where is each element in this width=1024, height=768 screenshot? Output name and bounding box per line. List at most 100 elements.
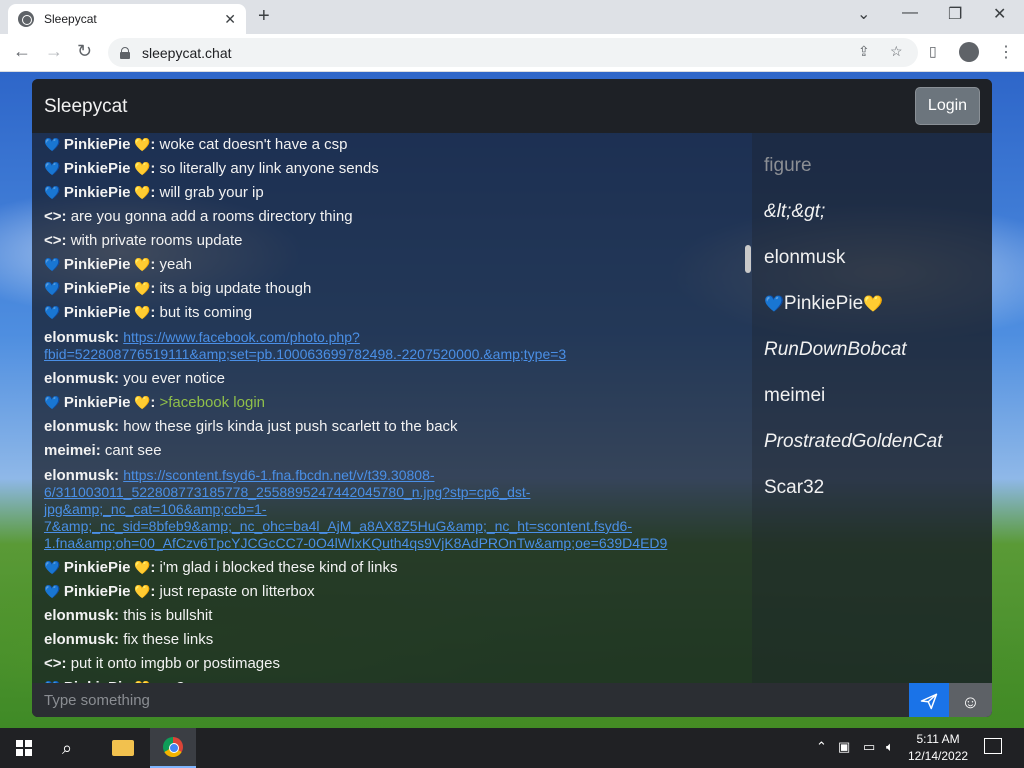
message-text: but its coming	[159, 304, 253, 321]
blue-heart-icon: 💙	[44, 257, 64, 272]
message-text: this is bullshit	[123, 607, 213, 624]
message-username[interactable]: elonmusk	[44, 607, 114, 624]
yellow-heart-icon: 💛	[130, 257, 151, 272]
user-list-name: ProstratedGoldenCat	[764, 431, 943, 452]
url-text: sleepycat.chat	[142, 44, 232, 61]
message-separator: :	[61, 208, 71, 225]
message-row: 💙 PinkiePie 💛: but its coming	[44, 301, 752, 325]
lock-icon[interactable]	[120, 46, 130, 59]
reload-icon[interactable]: ↻	[77, 41, 92, 62]
message-username[interactable]: elonmusk	[44, 467, 114, 484]
message-link[interactable]: https://www.facebook.com/photo.php?fbid=…	[44, 329, 566, 362]
message-row: meimei: cant see	[44, 439, 752, 463]
emoji-button[interactable]: ☺	[949, 683, 992, 717]
profile-avatar-icon[interactable]	[959, 42, 979, 62]
show-hidden-icons-icon[interactable]: ⌃	[816, 739, 827, 755]
message-text: will grab your ip	[159, 184, 264, 201]
message-scrollbar[interactable]	[745, 245, 751, 273]
browser-tab[interactable]: Sleepycat ✕	[8, 4, 246, 34]
send-button[interactable]	[909, 683, 949, 717]
message-username[interactable]: <>	[44, 232, 62, 249]
address-bar[interactable]: sleepycat.chat	[108, 38, 918, 67]
volume-icon[interactable]: 🔈︎	[886, 739, 894, 755]
message-text: i'm glad i blocked these kind of links	[159, 559, 398, 576]
message-input-bar: ☺	[32, 683, 992, 717]
message-username[interactable]: <>	[44, 655, 62, 672]
message-text: its a big update though	[159, 280, 312, 297]
user-list-item[interactable]: meimei	[764, 385, 825, 407]
message-username[interactable]: PinkiePie	[64, 559, 131, 576]
message-separator: :	[150, 280, 160, 297]
message-username[interactable]: elonmusk	[44, 631, 114, 648]
search-icon[interactable]: ⌕	[62, 738, 72, 759]
message-separator: :	[114, 467, 124, 484]
system-clock[interactable]: 5:11 AM 12/14/2022	[908, 731, 968, 765]
user-list-item[interactable]: &lt;&gt;	[764, 201, 825, 223]
forward-icon[interactable]: →	[45, 41, 63, 62]
network-icon[interactable]: ▭	[863, 739, 875, 755]
message-username[interactable]: PinkiePie	[64, 160, 131, 177]
message-row: <>: with private rooms update	[44, 229, 752, 253]
user-list-name: elonmusk	[764, 247, 846, 268]
message-separator: :	[150, 559, 160, 576]
share-icon[interactable]: ⇪	[858, 43, 870, 60]
bookmark-star-icon[interactable]: ☆	[890, 43, 903, 60]
user-list-item[interactable]: RunDownBobcat	[764, 339, 907, 361]
notifications-icon[interactable]	[984, 738, 1002, 754]
message-username[interactable]: PinkiePie	[64, 256, 131, 273]
chrome-taskbar-button[interactable]	[150, 728, 196, 768]
close-window-icon[interactable]: ✕	[993, 4, 1006, 24]
restore-icon[interactable]: ❐	[948, 4, 962, 24]
message-row: 💙 PinkiePie 💛: so literally any link any…	[44, 157, 752, 181]
login-button[interactable]: Login	[915, 87, 980, 125]
message-row: elonmusk: this is bullshit	[44, 604, 752, 628]
message-separator: :	[150, 583, 160, 600]
user-list-item[interactable]: elonmusk	[764, 247, 845, 269]
user-list-name: &lt;&gt;	[764, 201, 826, 222]
message-row: elonmusk: https://scontent.fsyd6-1.fna.f…	[44, 463, 752, 556]
yellow-heart-icon: 💛	[130, 281, 151, 296]
message-username[interactable]: PinkiePie	[64, 280, 131, 297]
message-row: 💙 PinkiePie 💛: woke cat doesn't have a c…	[44, 133, 752, 157]
message-row: 💙 PinkiePie 💛: yeah	[44, 253, 752, 277]
message-text: cant see	[104, 442, 162, 459]
user-list-name: Scar32	[764, 477, 825, 498]
message-separator: :	[61, 655, 71, 672]
message-username[interactable]: <>	[44, 208, 62, 225]
user-list-item[interactable]: ProstratedGoldenCat	[764, 431, 943, 453]
yellow-heart-icon: 💛	[130, 560, 151, 575]
close-tab-icon[interactable]: ✕	[224, 11, 236, 28]
app-title: Sleepycat	[44, 96, 128, 117]
message-input[interactable]	[32, 683, 908, 717]
message-username[interactable]: PinkiePie	[64, 136, 131, 153]
message-username[interactable]: meimei	[44, 442, 96, 459]
message-username[interactable]: elonmusk	[44, 329, 114, 346]
message-username[interactable]: elonmusk	[44, 418, 114, 435]
back-icon[interactable]: ←	[13, 41, 31, 62]
message-separator: :	[95, 442, 105, 459]
message-username[interactable]: elonmusk	[44, 370, 114, 387]
user-list-item[interactable]: 💙PinkiePie💛	[764, 293, 883, 315]
message-separator: :	[150, 304, 160, 321]
message-list: 💙 PinkiePie 💛: woke cat doesn't have a c…	[32, 133, 752, 683]
message-username[interactable]: PinkiePie	[64, 184, 131, 201]
user-list-item[interactable]: figure	[764, 155, 812, 177]
message-row: 💙 PinkiePie 💛: i'm glad i blocked these …	[44, 556, 752, 580]
tray-app-icon[interactable]: ▣	[838, 739, 850, 755]
minimize-icon[interactable]: —	[902, 4, 918, 22]
message-username[interactable]: PinkiePie	[64, 394, 131, 411]
new-tab-button[interactable]: +	[258, 5, 270, 28]
file-explorer-icon[interactable]	[112, 740, 134, 756]
message-link[interactable]: https://scontent.fsyd6-1.fna.fbcdn.net/v…	[44, 467, 667, 551]
start-button[interactable]	[16, 740, 32, 756]
user-list-item[interactable]: Scar32	[764, 477, 824, 499]
message-username[interactable]: PinkiePie	[64, 583, 131, 600]
tab-search-icon[interactable]: ⌄	[857, 4, 870, 24]
message-separator: :	[150, 394, 160, 411]
user-list-name: RunDownBobcat	[764, 339, 907, 360]
message-text: just repaste on litterbox	[159, 583, 315, 600]
side-panel-icon[interactable]: ▯	[929, 43, 937, 60]
message-username[interactable]: PinkiePie	[64, 304, 131, 321]
yellow-heart-icon: 💛	[130, 161, 151, 176]
browser-menu-icon[interactable]: ⋮	[998, 42, 1014, 62]
